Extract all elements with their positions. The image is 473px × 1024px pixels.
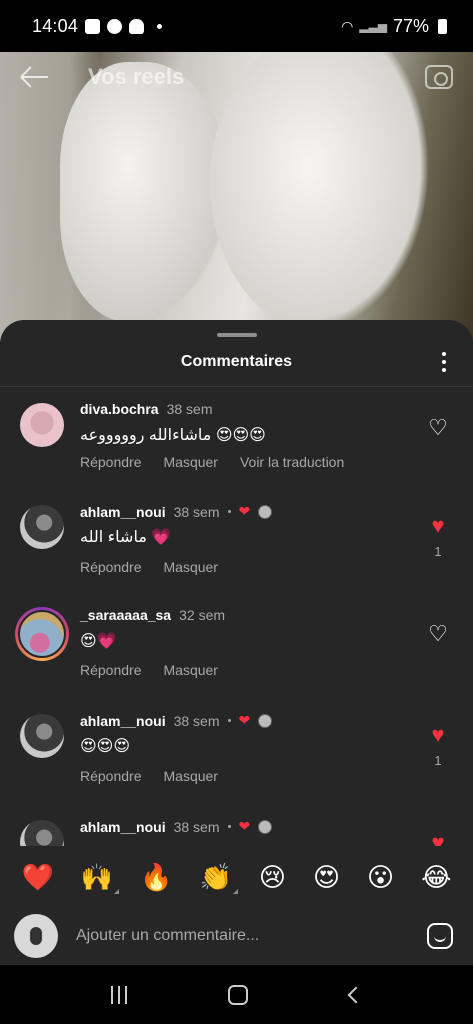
comment-username[interactable]: _saraaaaa_sa <box>80 607 171 623</box>
gallery-icon <box>85 18 101 34</box>
recents-icon[interactable] <box>110 985 127 1004</box>
home-icon[interactable] <box>228 984 249 1005</box>
comment-text: 😍😍😍 <box>80 738 131 755</box>
creator-avatar <box>258 713 273 728</box>
my-avatar <box>14 914 58 958</box>
emoji-heart-eyes-button[interactable]: 😍 <box>313 864 340 890</box>
camera-icon[interactable] <box>425 65 453 89</box>
hide-button[interactable]: Masquer <box>164 768 218 784</box>
emoji-reaction-bar: ❤️ 🙌 🔥 👏 😢 😍 😮 😂 <box>0 846 473 908</box>
reply-button[interactable]: Répondre <box>80 662 142 678</box>
status-time: 14:04 <box>32 15 79 36</box>
emoji-crying-button[interactable]: 😢 <box>259 864 286 890</box>
more-options-icon[interactable] <box>441 352 447 372</box>
system-nav-bar <box>0 965 473 1024</box>
wifi-icon: ◠ <box>341 17 354 34</box>
drag-handle[interactable] <box>217 333 257 337</box>
translate-button[interactable]: Voir la traduction <box>240 454 344 470</box>
avatar[interactable] <box>20 403 64 447</box>
sticker-icon[interactable] <box>427 923 453 949</box>
liked-heart-icon[interactable]: ♥ <box>431 513 444 538</box>
comment-time: 38 sem <box>166 401 213 417</box>
comment-username[interactable]: diva.bochra <box>80 401 159 417</box>
emoji-clap-button[interactable]: 👏 <box>200 864 238 894</box>
emoji-raised-hands-button[interactable]: 🙌 <box>81 864 120 894</box>
like-heart-icon[interactable]: ♡ <box>428 621 448 646</box>
separator-dot <box>227 510 231 513</box>
comment-time: 32 sem <box>179 607 226 623</box>
avatar[interactable] <box>20 505 64 549</box>
comment-text: 😍💗 <box>80 633 117 650</box>
back-icon[interactable] <box>347 986 365 1003</box>
comment-list[interactable]: diva.bochra 38 sem ماشاءالله روووووعه 😍😍… <box>0 387 473 847</box>
signal-icon: ▂▃▅ <box>359 19 387 33</box>
like-count: 1 <box>434 544 442 559</box>
battery-icon <box>438 18 447 34</box>
hide-button[interactable]: Masquer <box>164 662 218 678</box>
creator-liked-heart-icon: ❤ <box>238 503 251 519</box>
hide-button[interactable]: Masquer <box>164 559 218 575</box>
creator-avatar <box>258 504 273 519</box>
separator-dot <box>227 825 231 828</box>
shazam-icon <box>107 18 123 34</box>
emoji-fire-button[interactable]: 🔥 <box>140 864 172 890</box>
comment-time: 38 sem <box>173 503 220 520</box>
comment-composer: Ajouter un commentaire... <box>0 908 473 964</box>
comment-username[interactable]: ahlam__noui <box>80 819 166 835</box>
reply-button[interactable]: Répondre <box>80 768 142 784</box>
story-avatar[interactable] <box>15 607 69 661</box>
creator-liked-heart-icon: ❤ <box>238 818 251 834</box>
comment-text: ماشاءالله روووووعه 😍😍😍 <box>80 427 266 444</box>
emoji-heart-button[interactable]: ❤️ <box>21 864 53 890</box>
like-count: 1 <box>434 753 442 768</box>
reply-button[interactable]: Répondre <box>80 559 142 575</box>
hide-button[interactable]: Masquer <box>164 454 218 470</box>
snapchat-icon <box>129 18 145 34</box>
emoji-laughing-button[interactable]: 😂 <box>421 864 451 890</box>
avatar[interactable] <box>20 714 64 758</box>
comment-time: 38 sem <box>173 818 220 835</box>
separator-dot <box>227 719 231 722</box>
reel-header: Vos reels <box>0 52 473 102</box>
notification-dot-icon <box>157 23 163 29</box>
status-bar: 14:04 ◠ ▂▃▅ 77% <box>0 0 473 52</box>
comment-time: 38 sem <box>173 712 220 729</box>
creator-avatar <box>258 819 273 834</box>
comment-username[interactable]: ahlam__noui <box>80 713 166 729</box>
creator-liked-heart-icon: ❤ <box>238 712 251 728</box>
sheet-title: Commentaires <box>180 353 293 370</box>
reply-button[interactable]: Répondre <box>80 454 142 470</box>
battery-level: 77% <box>392 15 429 36</box>
back-arrow-icon[interactable] <box>20 62 50 92</box>
comment-username[interactable]: ahlam__noui <box>80 504 166 520</box>
reels-title: Vos reels <box>88 64 185 89</box>
microphone-logo-icon <box>30 927 42 945</box>
comment-text: ماشاء الله 💗 <box>80 529 172 546</box>
liked-heart-icon[interactable]: ♥ <box>431 722 444 747</box>
emoji-surprised-button[interactable]: 😮 <box>367 864 394 890</box>
comment-input[interactable]: Ajouter un commentaire... <box>76 927 259 945</box>
avatar[interactable] <box>20 820 64 847</box>
like-heart-icon[interactable]: ♡ <box>428 415 448 440</box>
liked-heart-icon[interactable]: ♥ <box>431 830 444 848</box>
